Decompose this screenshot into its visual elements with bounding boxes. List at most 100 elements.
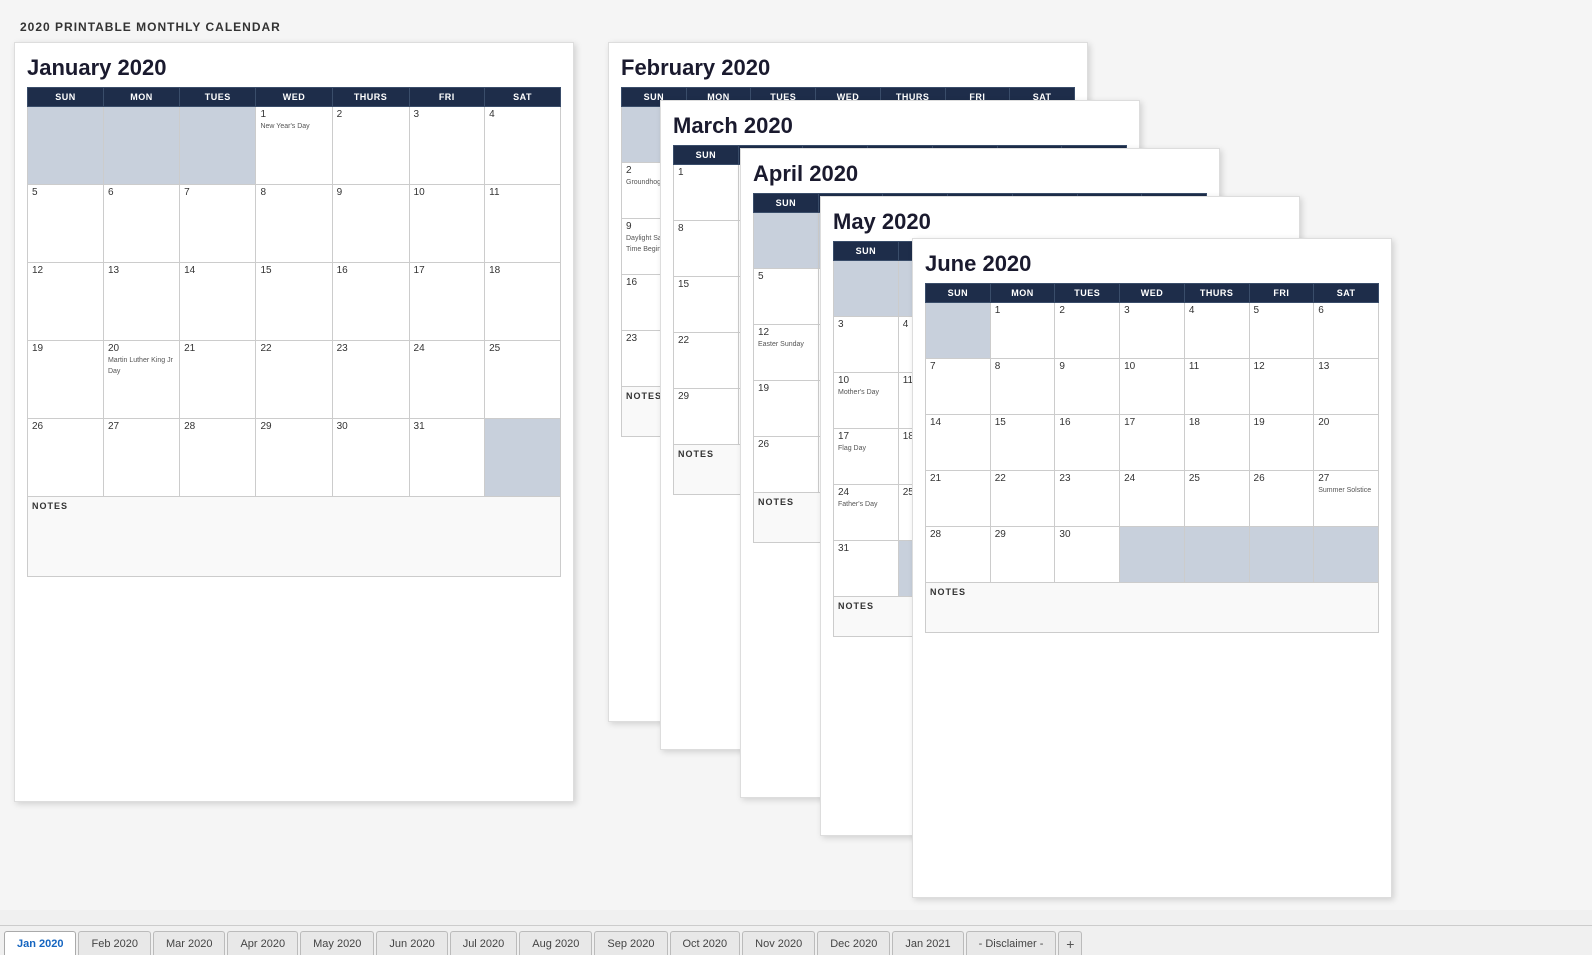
jun-hdr-wed: WED [1120,284,1185,303]
tab-jan-2021[interactable]: Jan 2021 [892,931,963,955]
june-grid: SUN MON TUES WED THURS FRI SAT 1 2 3 4 5 [925,283,1379,633]
table-row: 26 27 28 29 30 31 [28,419,561,497]
jun-empty [1184,527,1249,583]
jun-day-3: 3 [1120,303,1185,359]
jan-hdr-wed: WED [256,88,332,107]
apr-hdr-sun: SUN [754,194,819,213]
june-sheet: June 2020 SUN MON TUES WED THURS FRI SAT… [912,238,1392,898]
jun-hdr-sat: SAT [1314,284,1379,303]
tab-mar-2020[interactable]: Mar 2020 [153,931,225,955]
jan-day-18: 18 [485,263,561,341]
jun-day-23: 23 [1055,471,1120,527]
may-hdr-sun: SUN [834,242,899,261]
jun-day-9: 9 [1055,359,1120,415]
may-day-3: 3 [834,317,899,373]
jan-day-30: 30 [332,419,409,497]
jan-empty [28,107,104,185]
january-sheet: January 2020 SUN MON TUES WED THURS FRI … [14,42,574,802]
tab-aug-2020[interactable]: Aug 2020 [519,931,592,955]
may-day-10: 10Mother's Day [834,373,899,429]
jan-day-13: 13 [103,263,179,341]
notes-row: NOTES [28,497,561,577]
jan-hdr-sat: SAT [485,88,561,107]
notes-row: NOTES [926,583,1379,633]
jun-day-13: 13 [1314,359,1379,415]
jan-empty [103,107,179,185]
jan-day-16: 16 [332,263,409,341]
jan-day-6: 6 [103,185,179,263]
tab-jan-2020[interactable]: Jan 2020 [4,931,76,955]
jun-hdr-tue: TUES [1055,284,1120,303]
tab-nov-2020[interactable]: Nov 2020 [742,931,815,955]
jun-day-27: 27Summer Solstice [1314,471,1379,527]
jan-day-11: 11 [485,185,561,263]
jan-day-8: 8 [256,185,332,263]
jan-hdr-mon: MON [103,88,179,107]
jun-day-2: 2 [1055,303,1120,359]
table-row: 1 2 3 4 5 6 [926,303,1379,359]
jan-notes: NOTES [28,497,561,577]
tab-dec-2020[interactable]: Dec 2020 [817,931,890,955]
tab-disclaimer[interactable]: - Disclaimer - [966,931,1057,955]
jun-empty [926,303,991,359]
jan-hdr-fri: FRI [409,88,485,107]
jan-day-17: 17 [409,263,485,341]
mar-day-15: 15 [674,277,739,333]
jan-day-23: 23 [332,341,409,419]
jan-day-31: 31 [409,419,485,497]
tab-jun-2020[interactable]: Jun 2020 [376,931,447,955]
jun-hdr-fri: FRI [1249,284,1314,303]
jun-day-20: 20 [1314,415,1379,471]
table-row: 7 8 9 10 11 12 13 [926,359,1379,415]
jun-empty [1249,527,1314,583]
jan-hdr-sun: SUN [28,88,104,107]
jun-day-8: 8 [990,359,1055,415]
page-title: 2020 PRINTABLE MONTHLY CALENDAR [20,20,1572,34]
table-row: 21 22 23 24 25 26 27Summer Solstice [926,471,1379,527]
jun-day-21: 21 [926,471,991,527]
june-title: June 2020 [925,251,1379,277]
april-title: April 2020 [753,161,1207,187]
main-area: 2020 PRINTABLE MONTHLY CALENDAR January … [0,0,1592,910]
jun-day-14: 14 [926,415,991,471]
apr-day-12: 12Easter Sunday [754,325,819,381]
tab-apr-2020[interactable]: Apr 2020 [227,931,298,955]
jun-day-4: 4 [1184,303,1249,359]
jan-day-14: 14 [180,263,256,341]
tab-add-button[interactable]: + [1058,931,1082,955]
tab-feb-2020[interactable]: Feb 2020 [78,931,150,955]
table-row: 5 6 7 8 9 10 11 [28,185,561,263]
jan-day-10: 10 [409,185,485,263]
jun-day-19: 19 [1249,415,1314,471]
tab-may-2020[interactable]: May 2020 [300,931,374,955]
tab-oct-2020[interactable]: Oct 2020 [670,931,741,955]
february-title: February 2020 [621,55,1075,81]
jun-hdr-sun: SUN [926,284,991,303]
jun-day-10: 10 [1120,359,1185,415]
may-empty [834,261,899,317]
mar-day-22: 22 [674,333,739,389]
tab-jul-2020[interactable]: Jul 2020 [450,931,518,955]
jun-day-17: 17 [1120,415,1185,471]
jan-day-5: 5 [28,185,104,263]
jun-notes: NOTES [926,583,1379,633]
jun-day-5: 5 [1249,303,1314,359]
apr-day-19: 19 [754,381,819,437]
jun-hdr-thu: THURS [1184,284,1249,303]
jan-day-25: 25 [485,341,561,419]
jan-day-27: 27 [103,419,179,497]
jan-day-2: 2 [332,107,409,185]
may-day-24: 24Father's Day [834,485,899,541]
jan-day-4: 4 [485,107,561,185]
jun-empty [1314,527,1379,583]
jun-day-15: 15 [990,415,1055,471]
tab-sep-2020[interactable]: Sep 2020 [594,931,667,955]
jun-day-7: 7 [926,359,991,415]
apr-day-5: 5 [754,269,819,325]
mar-day-29: 29 [674,389,739,445]
jun-day-29: 29 [990,527,1055,583]
jun-day-30: 30 [1055,527,1120,583]
jan-day-1: 1New Year's Day [256,107,332,185]
jan-day-12: 12 [28,263,104,341]
apr-day-26: 26 [754,437,819,493]
